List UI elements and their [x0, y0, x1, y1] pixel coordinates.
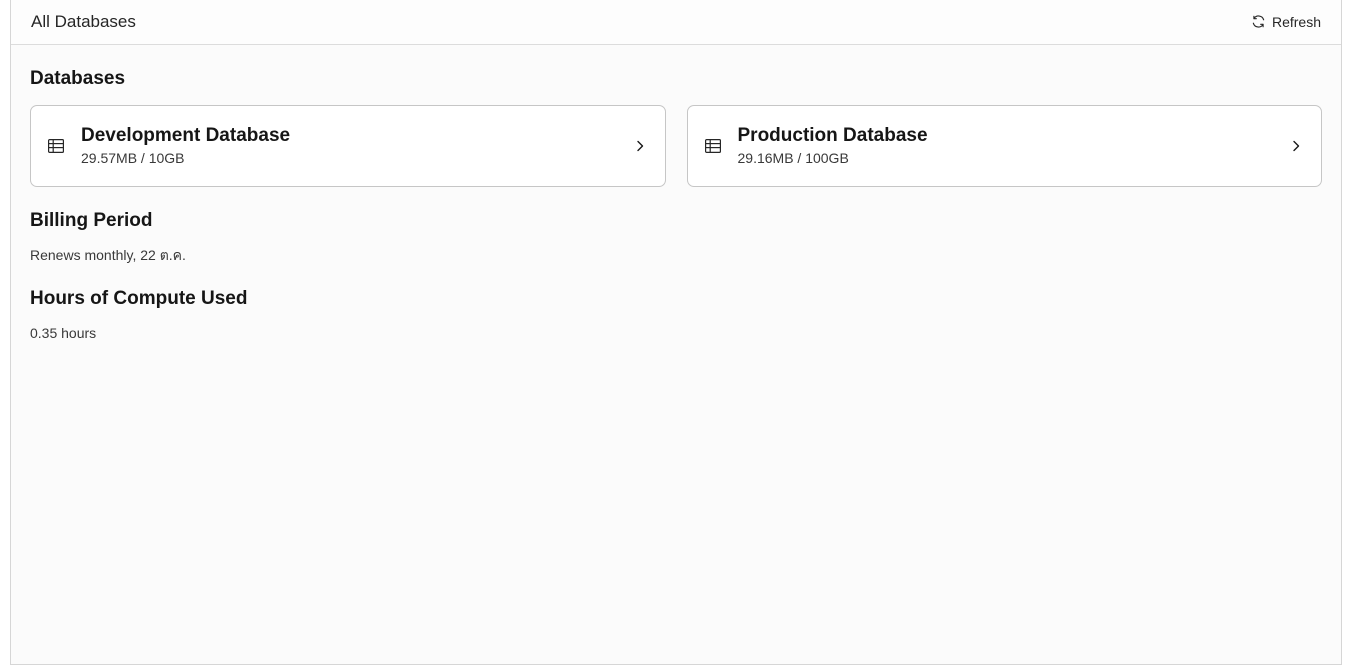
billing-section: Billing Period Renews monthly, 22 ต.ค. [30, 209, 1322, 265]
database-card-development[interactable]: Development Database 29.57MB / 10GB [30, 105, 666, 187]
databases-heading: Databases [30, 68, 126, 89]
compute-section: Hours of Compute Used 0.35 hours [30, 287, 1322, 343]
refresh-icon [1252, 15, 1265, 28]
panel-header: All Databases Refresh [11, 0, 1341, 45]
compute-heading: Hours of Compute Used [30, 288, 248, 309]
database-usage: 29.16MB / 100GB [737, 150, 849, 166]
panel-title: All Databases [31, 11, 136, 31]
table-icon [704, 138, 721, 154]
database-name: Development Database [81, 125, 291, 146]
database-card-production[interactable]: Production Database 29.16MB / 100GB [686, 105, 1322, 187]
billing-value: Renews monthly, 22 ต.ค. [30, 247, 186, 263]
billing-heading: Billing Period [30, 210, 153, 231]
databases-panel: All Databases Refresh Databases Developm… [10, 0, 1342, 665]
panel-content: Databases Development Database 29.57MB /… [11, 45, 1341, 343]
chevron-right-icon [1293, 140, 1300, 152]
compute-value: 0.35 hours [30, 325, 97, 341]
database-list: Development Database 29.57MB / 10GB Prod… [30, 105, 1322, 187]
refresh-button[interactable]: Refresh [1251, 10, 1321, 34]
database-text: Development Database 29.57MB / 10GB [81, 124, 633, 168]
chevron-right-icon [636, 140, 643, 152]
table-icon [48, 138, 65, 154]
refresh-label: Refresh [1271, 13, 1321, 30]
database-name: Production Database [737, 125, 928, 146]
database-text: Production Database 29.16MB / 100GB [738, 124, 1290, 168]
database-usage: 29.57MB / 10GB [81, 150, 185, 166]
